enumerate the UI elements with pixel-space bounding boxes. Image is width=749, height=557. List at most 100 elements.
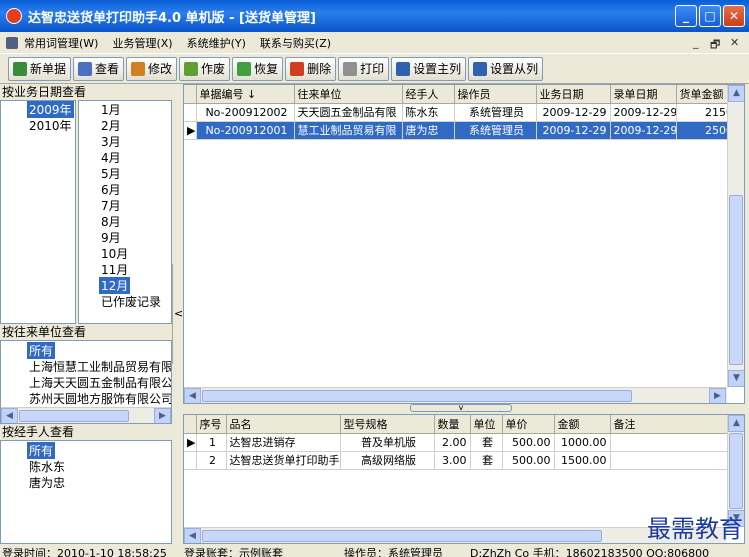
cell: 达智忠进销存 bbox=[226, 433, 341, 452]
status-account: 登录账套：示例账套 bbox=[184, 547, 283, 557]
col-header[interactable]: 经手人 bbox=[402, 85, 455, 104]
scroll-thumb[interactable] bbox=[729, 195, 743, 365]
view-icon bbox=[78, 61, 93, 76]
month-item[interactable]: 1月 bbox=[101, 101, 121, 118]
col-header[interactable]: 业务日期 bbox=[536, 85, 611, 104]
month-item-selected[interactable]: 12月 bbox=[99, 277, 131, 294]
unit-item[interactable]: 苏州天圆地方服饰有限公司 bbox=[29, 390, 171, 407]
scroll-right-icon[interactable]: ▶ bbox=[154, 408, 171, 423]
col-header[interactable]: 金额 bbox=[554, 415, 611, 434]
splitter-handle-icon[interactable]: v bbox=[410, 404, 512, 412]
year-2009[interactable]: 2009年 bbox=[27, 101, 74, 118]
cell: 套 bbox=[470, 433, 503, 452]
cell: 2009-12-29 bbox=[536, 121, 611, 140]
table-row[interactable]: ▶ 1 达智忠进销存 普及单机版 2.00 套 500.00 1000.00 bbox=[184, 433, 729, 452]
master-table: 单据编号 ↓ 往来单位 经手人 操作员 业务日期 录单日期 货单金额 No-20… bbox=[184, 85, 744, 140]
handler-all[interactable]: 所有 bbox=[27, 442, 56, 459]
current-row-arrow-icon: ▶ bbox=[184, 433, 197, 452]
void-button[interactable]: 作废 bbox=[179, 56, 231, 81]
month-item[interactable]: 3月 bbox=[101, 133, 121, 150]
splitter-collapse-icon[interactable]: < bbox=[172, 264, 183, 364]
close-button[interactable]: ✕ bbox=[723, 5, 745, 27]
set-detail-label: 设置从列 bbox=[490, 62, 539, 76]
date-panel-header: 按业务日期查看 bbox=[0, 84, 180, 100]
delete-label: 删除 bbox=[307, 62, 332, 76]
menu-business[interactable]: 业务管理(X) bbox=[112, 35, 172, 51]
mdi-minimize-icon[interactable]: _ bbox=[693, 36, 699, 49]
master-vscroll[interactable]: ▲ ▼ bbox=[727, 85, 744, 387]
unit-all[interactable]: 所有 bbox=[27, 342, 56, 359]
year-2010[interactable]: 2010年 bbox=[29, 117, 72, 134]
col-header[interactable]: 品名 bbox=[226, 415, 341, 434]
scroll-thumb[interactable] bbox=[729, 433, 743, 509]
col-header[interactable]: 数量 bbox=[434, 415, 471, 434]
status-operator: 操作员：系统管理员 bbox=[344, 547, 443, 557]
menu-contact[interactable]: 联系与购买(Z) bbox=[260, 35, 331, 51]
maximize-button[interactable]: □ bbox=[699, 5, 721, 27]
col-header[interactable]: 单位 bbox=[470, 415, 503, 434]
voided-records[interactable]: 已作废记录 bbox=[101, 293, 161, 310]
restore-button[interactable]: 恢复 bbox=[232, 56, 284, 81]
month-item[interactable]: 5月 bbox=[101, 165, 121, 182]
handler-tree: 所有 陈水东 唐为忠 bbox=[0, 440, 172, 544]
row-indicator-header bbox=[184, 415, 197, 434]
unit-tree: 所有 上海恒慧工业制品贸易有限 上海天天圆五金制品有限公 苏州天圆地方服饰有限公… bbox=[0, 340, 172, 424]
col-header[interactable]: 序号 bbox=[196, 415, 227, 434]
menu-system[interactable]: 系统维护(Y) bbox=[187, 35, 246, 51]
month-item[interactable]: 7月 bbox=[101, 197, 121, 214]
month-item[interactable]: 6月 bbox=[101, 181, 121, 198]
col-header[interactable]: 往来单位 bbox=[294, 85, 403, 104]
table-row[interactable]: No-200912002 天天圆五金制品有限 陈水东 系统管理员 2009-12… bbox=[184, 103, 744, 122]
scroll-left-icon[interactable]: ◀ bbox=[184, 388, 201, 403]
mdi-close-icon[interactable]: ✕ bbox=[730, 36, 739, 49]
print-button[interactable]: 打印 bbox=[338, 56, 390, 81]
detail-hscroll[interactable]: ◀ bbox=[184, 527, 727, 543]
col-header[interactable]: 录单日期 bbox=[610, 85, 677, 104]
month-item[interactable]: 4月 bbox=[101, 149, 121, 166]
scroll-down-icon[interactable]: ▼ bbox=[728, 370, 744, 387]
month-item[interactable]: 2月 bbox=[101, 117, 121, 134]
menu-bar: 常用词管理(W) 业务管理(X) 系统维护(Y) 联系与购买(Z) bbox=[0, 32, 749, 54]
cell: 500.00 bbox=[502, 433, 555, 452]
unit-hscroll[interactable]: ◀ ▶ bbox=[1, 407, 171, 423]
restore-icon bbox=[237, 61, 252, 76]
handler-item[interactable]: 陈水东 bbox=[29, 458, 65, 475]
set-detail-button[interactable]: 设置从列 bbox=[468, 56, 544, 81]
scroll-thumb[interactable] bbox=[19, 410, 129, 422]
col-header[interactable]: 单据编号 ↓ bbox=[196, 85, 295, 104]
view-button[interactable]: 查看 bbox=[73, 56, 125, 81]
scroll-right-icon[interactable]: ▶ bbox=[709, 388, 726, 403]
month-item[interactable]: 8月 bbox=[101, 213, 121, 230]
window-title: 达智忠送货单打印助手4.0 单机版 - [送货单管理] bbox=[28, 10, 316, 26]
set-master-button[interactable]: 设置主列 bbox=[391, 56, 467, 81]
month-item[interactable]: 9月 bbox=[101, 229, 121, 246]
col-header[interactable]: 操作员 bbox=[454, 85, 537, 104]
scroll-up-icon[interactable]: ▲ bbox=[728, 85, 744, 102]
scroll-left-icon[interactable]: ◀ bbox=[1, 408, 18, 423]
col-header[interactable]: 单价 bbox=[502, 415, 555, 434]
master-header-row: 单据编号 ↓ 往来单位 经手人 操作员 业务日期 录单日期 货单金额 bbox=[184, 85, 744, 104]
mdi-restore-icon[interactable]: 🗗 bbox=[710, 36, 720, 55]
col-header[interactable]: 备注 bbox=[610, 415, 729, 434]
set-master-label: 设置主列 bbox=[413, 62, 462, 76]
scroll-thumb[interactable] bbox=[202, 530, 602, 542]
menu-common-words[interactable]: 常用词管理(W) bbox=[24, 35, 98, 51]
month-item[interactable]: 10月 bbox=[101, 245, 128, 262]
unit-item[interactable]: 上海天天圆五金制品有限公 bbox=[29, 374, 171, 391]
month-item[interactable]: 11月 bbox=[101, 261, 128, 278]
grid-icon bbox=[473, 61, 488, 76]
unit-item[interactable]: 上海恒慧工业制品贸易有限 bbox=[29, 358, 171, 375]
master-hscroll[interactable]: ◀ ▶ bbox=[184, 387, 727, 403]
table-row-selected[interactable]: ▶ No-200912001 慧工业制品贸易有限 唐为忠 系统管理员 2009-… bbox=[184, 121, 744, 140]
cell: 500.00 bbox=[502, 451, 555, 470]
minimize-button[interactable]: _ bbox=[675, 5, 697, 27]
edit-button[interactable]: 修改 bbox=[126, 56, 178, 81]
new-button[interactable]: 新单据 bbox=[8, 56, 72, 81]
table-row[interactable]: 2 达智忠送货单打印助手 高级网络版 3.00 套 500.00 1500.00 bbox=[184, 451, 729, 470]
scroll-up-icon[interactable]: ▲ bbox=[728, 415, 744, 432]
handler-item[interactable]: 唐为忠 bbox=[29, 474, 65, 491]
scroll-left-icon[interactable]: ◀ bbox=[184, 528, 201, 543]
delete-button[interactable]: 删除 bbox=[285, 56, 337, 81]
col-header[interactable]: 型号规格 bbox=[340, 415, 435, 434]
scroll-thumb[interactable] bbox=[202, 390, 632, 402]
